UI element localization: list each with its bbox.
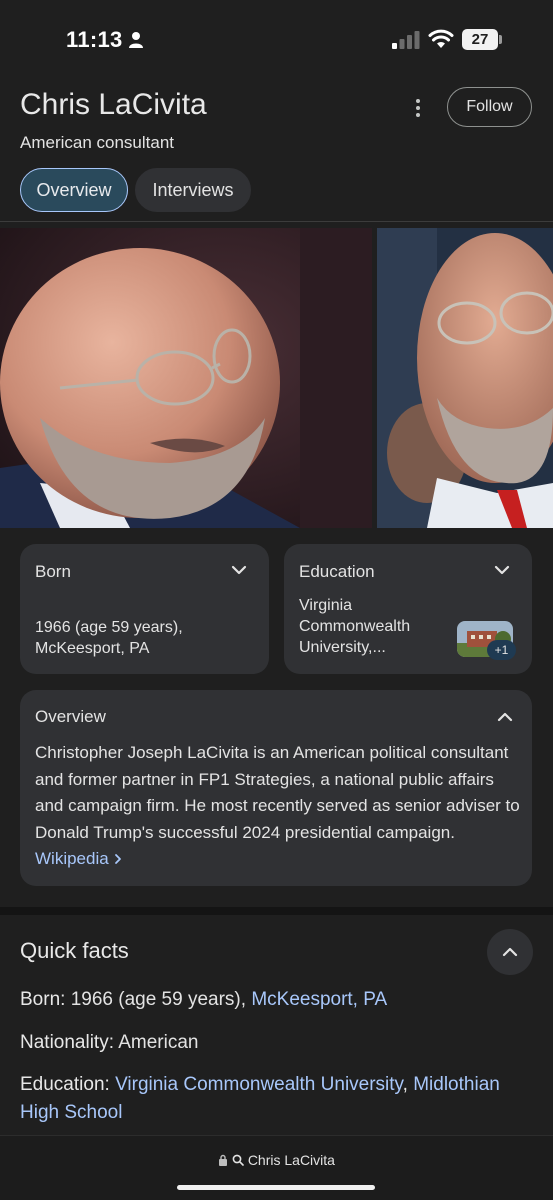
- status-time: 11:13: [66, 27, 123, 52]
- divider: [0, 221, 553, 222]
- tab-overview[interactable]: Overview: [20, 168, 128, 212]
- battery-icon: 27: [462, 29, 498, 50]
- person-photo-2[interactable]: [377, 228, 553, 528]
- more-count-badge[interactable]: +1: [487, 640, 516, 660]
- image-carousel[interactable]: [0, 228, 553, 528]
- education-card-value: Virginia Commonwealth University,...: [299, 597, 411, 656]
- fact-label: Nationality: [20, 1032, 109, 1053]
- born-card-title: Born: [35, 562, 71, 581]
- chevron-down-icon[interactable]: [494, 564, 510, 576]
- search-icon: [232, 1154, 244, 1166]
- address-text[interactable]: Chris LaCivita: [248, 1152, 335, 1168]
- fact-nationality: Nationality: American: [20, 1032, 199, 1053]
- entity-subtitle: American consultant: [20, 133, 175, 152]
- fact-value: American: [114, 1032, 199, 1053]
- person-icon: [129, 32, 143, 48]
- fact-born: Born: 1966 (age 59 years), McKeesport, P…: [20, 989, 388, 1010]
- born-card[interactable]: Born 1966 (age 59 years), McKeesport, PA: [20, 544, 269, 674]
- fact-education: Education: Virginia Commonwealth Univers…: [20, 1074, 500, 1123]
- home-indicator[interactable]: [177, 1185, 375, 1190]
- fact-value: 1966 (age 59 years),: [65, 989, 252, 1010]
- overview-text: Christopher Joseph LaCivita is an Americ…: [35, 743, 520, 842]
- signal-icon: [392, 31, 420, 49]
- overview-card: Overview Christopher Joseph LaCivita is …: [20, 690, 532, 886]
- chevron-down-icon[interactable]: [231, 564, 247, 576]
- overview-title: Overview: [35, 707, 106, 726]
- section-divider: [0, 907, 553, 915]
- follow-button[interactable]: Follow: [447, 87, 532, 127]
- chevron-up-icon: [502, 947, 518, 957]
- chevron-right-icon: [115, 854, 122, 864]
- fact-label: Born: [20, 989, 61, 1010]
- lock-icon: [219, 1154, 228, 1166]
- overview-description: Christopher Joseph LaCivita is an Americ…: [35, 740, 520, 873]
- quick-facts-title: Quick facts: [20, 938, 129, 963]
- entity-title: Chris LaCivita: [20, 88, 207, 121]
- education-card-title: Education: [299, 562, 375, 581]
- chevron-up-icon[interactable]: [497, 711, 513, 723]
- wikipedia-link[interactable]: Wikipedia: [35, 849, 123, 868]
- fact-label: Education: [20, 1074, 105, 1095]
- birthplace-link[interactable]: McKeesport, PA: [251, 989, 387, 1010]
- fact-separator: ,: [402, 1074, 408, 1095]
- battery-nub: [499, 35, 502, 44]
- tab-interviews[interactable]: Interviews: [135, 168, 251, 212]
- born-card-value: 1966 (age 59 years), McKeesport, PA: [35, 619, 183, 657]
- status-bar: 11:13 27: [0, 0, 553, 80]
- browser-bottom-bar: Chris LaCivita: [0, 1135, 553, 1200]
- knowledge-panel-header: Chris LaCivita American consultant Follo…: [0, 80, 553, 222]
- education-link-vcu[interactable]: Virginia Commonwealth University: [115, 1074, 403, 1095]
- collapse-button[interactable]: [487, 929, 533, 975]
- more-options-icon[interactable]: [408, 96, 428, 120]
- address-bar[interactable]: Chris LaCivita: [0, 1152, 553, 1168]
- wifi-icon: [428, 29, 454, 48]
- education-card[interactable]: Education Virginia Commonwealth Universi…: [284, 544, 532, 674]
- person-photo-1[interactable]: [0, 228, 372, 528]
- wikipedia-link-label[interactable]: Wikipedia: [35, 849, 109, 868]
- battery-level: 27: [471, 31, 489, 48]
